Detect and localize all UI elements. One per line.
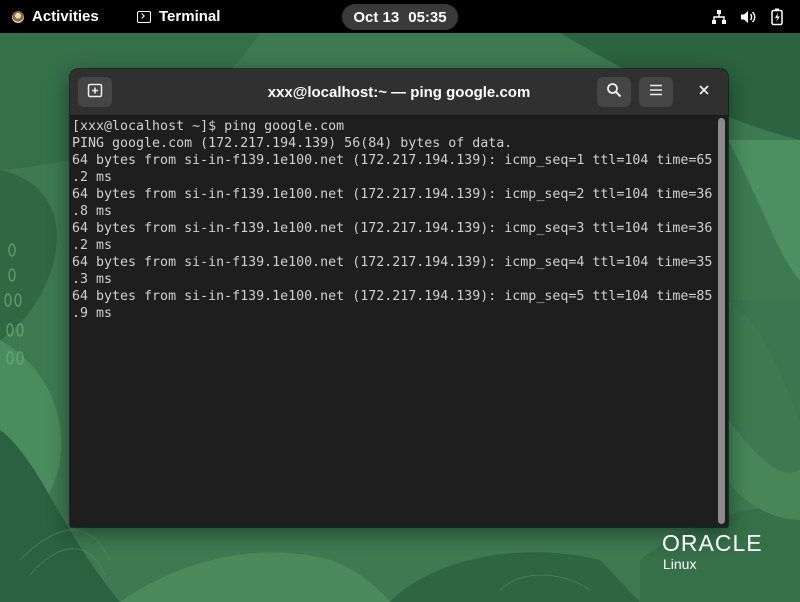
terminal-line: .3 ms — [72, 272, 113, 287]
terminal-line: .2 ms — [72, 170, 113, 185]
app-menu-button[interactable]: Terminal — [137, 0, 220, 33]
new-tab-icon — [87, 82, 103, 103]
activities-icon — [12, 10, 24, 23]
new-tab-button[interactable] — [78, 77, 112, 107]
system-tray[interactable] — [710, 0, 786, 33]
activities-label: Activities — [32, 8, 99, 25]
terminal-text-area[interactable]: [xxx@localhost ~]$ ping google.com PING g… — [70, 116, 728, 527]
clock-date: Oct 13 — [353, 8, 400, 26]
oracle-linux-logo: ORACLE Linux — [662, 530, 763, 572]
oracle-logo-sub: Linux — [663, 556, 697, 572]
terminal-line: .2 ms — [72, 238, 113, 253]
menu-button[interactable] — [639, 77, 673, 107]
terminal-app-icon — [137, 10, 151, 23]
terminal-window: xxx@localhost:~ — ping google.com [xxx@l… — [70, 69, 728, 527]
clock-time: 05:35 — [408, 8, 447, 26]
scrollbar-thumb[interactable] — [718, 118, 725, 524]
app-menu-label: Terminal — [159, 8, 221, 25]
search-button[interactable] — [597, 77, 631, 107]
search-icon — [606, 82, 622, 103]
terminal-line: 64 bytes from si-in-f139.1e100.net (172.… — [72, 289, 713, 304]
terminal-line: 64 bytes from si-in-f139.1e100.net (172.… — [72, 153, 713, 168]
close-icon — [698, 83, 710, 101]
terminal-line: PING google.com (172.217.194.139) 56(84)… — [72, 136, 513, 151]
terminal-line: 64 bytes from si-in-f139.1e100.net (172.… — [72, 255, 713, 270]
volume-icon[interactable] — [739, 8, 757, 26]
terminal-line: [xxx@localhost ~]$ ping google.com — [72, 119, 345, 134]
top-bar: Activities Terminal Oct 13 05:35 — [0, 0, 800, 33]
window-headerbar[interactable]: xxx@localhost:~ — ping google.com — [70, 69, 728, 116]
battery-icon[interactable] — [768, 8, 786, 26]
clock-button[interactable]: Oct 13 05:35 — [342, 4, 458, 30]
close-button[interactable] — [690, 77, 718, 107]
hamburger-menu-icon — [649, 83, 663, 102]
activities-button[interactable]: Activities — [12, 0, 99, 33]
terminal-output: [xxx@localhost ~]$ ping google.com PING g… — [72, 118, 712, 322]
terminal-line: 64 bytes from si-in-f139.1e100.net (172.… — [72, 221, 713, 236]
terminal-line: 64 bytes from si-in-f139.1e100.net (172.… — [72, 187, 713, 202]
terminal-line: .8 ms — [72, 204, 113, 219]
network-icon[interactable] — [710, 8, 728, 26]
scrollbar[interactable] — [718, 118, 726, 524]
oracle-logo-word: ORACLE — [662, 530, 763, 556]
terminal-line: .9 ms — [72, 306, 113, 321]
